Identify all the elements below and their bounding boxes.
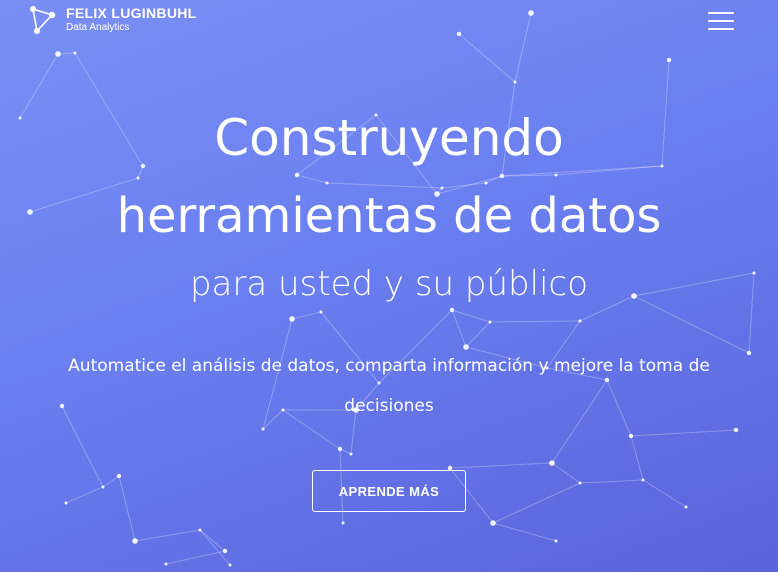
brand-tagline: Data Analytics <box>66 22 130 33</box>
menu-button[interactable] <box>708 10 734 32</box>
network-node <box>554 539 558 543</box>
network-node <box>554 173 558 177</box>
network-edge <box>489 320 581 323</box>
network-node <box>499 173 505 179</box>
network-edge <box>579 479 644 484</box>
hero-title-line1: Construyendo <box>214 109 564 167</box>
network-node <box>222 548 228 554</box>
network-edge <box>291 311 322 320</box>
network-node <box>549 460 555 466</box>
network-node <box>484 181 488 185</box>
network-triangle-icon <box>30 6 56 34</box>
network-node <box>101 485 105 489</box>
network-node <box>73 51 77 55</box>
network-node <box>294 172 300 178</box>
network-edge <box>134 529 201 542</box>
network-node <box>116 473 122 479</box>
network-node <box>341 521 345 525</box>
network-edge <box>492 522 557 542</box>
network-node <box>325 181 329 185</box>
network-node <box>449 307 455 313</box>
network-node <box>641 478 645 482</box>
network-edge <box>630 435 644 481</box>
network-node <box>528 10 534 16</box>
network-node <box>684 505 688 509</box>
hero-subtitle: para usted y su público <box>189 264 589 304</box>
network-node <box>513 80 517 84</box>
network-node <box>132 538 138 544</box>
network-edge <box>458 33 516 83</box>
network-node <box>228 563 232 567</box>
network-node <box>666 57 672 63</box>
network-edge <box>551 462 581 484</box>
network-edge <box>296 174 328 184</box>
network-node <box>490 520 496 526</box>
network-node <box>136 176 140 180</box>
network-node <box>628 433 634 439</box>
hero-description: Automatice el análisis de datos, compart… <box>68 356 710 416</box>
network-node <box>746 350 752 356</box>
learn-more-button[interactable]: APRENDE MÁS <box>312 470 466 512</box>
network-edge <box>118 475 136 542</box>
network-node <box>337 446 343 452</box>
network-node <box>578 481 582 485</box>
network-edge <box>451 309 491 323</box>
network-edge <box>492 482 581 524</box>
network-node <box>164 562 168 566</box>
network-edge <box>65 486 104 504</box>
network-node <box>349 452 353 456</box>
brand[interactable]: FELIX LUGINBUHL Data Analytics <box>28 4 197 36</box>
network-node <box>319 310 323 314</box>
network-node <box>488 320 492 324</box>
network-node <box>64 501 68 505</box>
network-edge <box>465 321 491 348</box>
network-node <box>55 51 61 57</box>
network-edge <box>199 529 226 552</box>
network-node <box>733 427 739 433</box>
network-node <box>578 319 582 323</box>
brand-name: FELIX LUGINBUHL <box>66 5 197 21</box>
network-node <box>198 528 202 532</box>
network-node <box>456 31 462 37</box>
network-edge <box>449 462 553 469</box>
hero-title-line2: herramientas de datos <box>116 188 662 244</box>
network-edge <box>199 529 231 566</box>
network-edge <box>102 475 120 488</box>
network-node <box>289 316 295 322</box>
network-edge <box>451 309 467 348</box>
network-node <box>261 427 265 431</box>
network-edge <box>642 479 687 508</box>
network-edge <box>630 429 737 437</box>
network-edge <box>514 12 532 83</box>
network-edge <box>165 550 226 565</box>
